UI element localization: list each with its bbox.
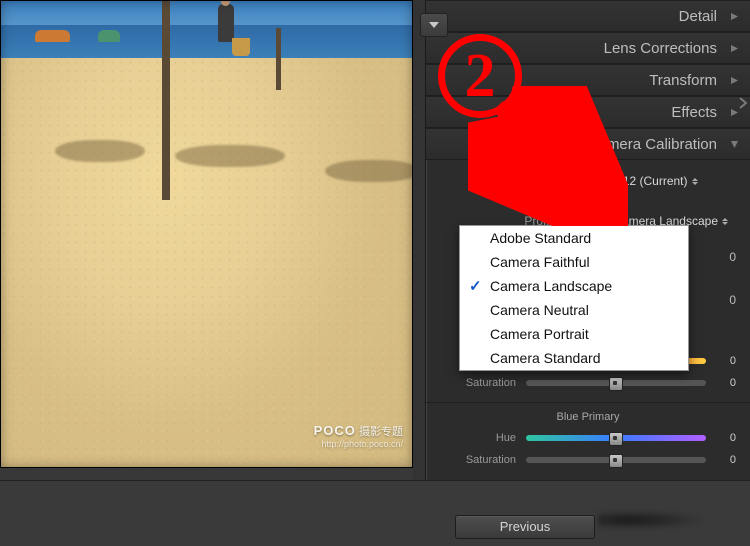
saturation-value: 0 — [716, 377, 736, 389]
blue-hue-slider-track[interactable] — [526, 435, 706, 441]
disclosure-icon — [729, 43, 740, 54]
blue-sat-slider-track[interactable] — [526, 457, 706, 463]
blue-primary-title: Blue Primary — [440, 411, 736, 423]
chevron-right-icon — [739, 97, 747, 109]
profile-option[interactable]: Camera Neutral — [460, 298, 688, 322]
slider-thumb[interactable] — [609, 377, 623, 391]
panel-lens-title: Lens Corrections — [604, 40, 717, 57]
blue-sat-value: 0 — [716, 454, 736, 466]
watermark-url: http://photo.poco.cn/ — [321, 439, 403, 449]
image-preview: POCO 摄影专题 http://photo.poco.cn/ — [0, 0, 413, 480]
annotation-step-2: 2 — [438, 34, 522, 118]
blue-hue-value: 0 — [716, 432, 736, 444]
panel-detail-title: Detail — [679, 8, 717, 25]
disclosure-down-icon — [729, 139, 740, 150]
panel-transform-title: Transform — [649, 72, 717, 89]
blue-sat-label: Saturation — [440, 454, 516, 466]
filmstrip-toggle-button[interactable] — [420, 13, 448, 37]
profile-option[interactable]: Adobe Standard — [460, 226, 688, 250]
saturation-slider-row[interactable]: Saturation 0 — [440, 372, 736, 394]
hidden-slider-value: 0 — [729, 293, 736, 307]
blue-hue-label: Hue — [440, 432, 516, 444]
profile-dropdown[interactable]: Adobe StandardCamera FaithfulCamera Land… — [459, 225, 689, 371]
stepper-icon — [692, 178, 700, 185]
process-label: Process : — [440, 174, 573, 188]
process-value[interactable]: 2012 (Current) — [573, 174, 736, 188]
stepper-icon — [722, 218, 730, 225]
slider-thumb[interactable] — [609, 454, 623, 468]
saturation-label: Saturation — [440, 377, 516, 389]
right-panel-flyout-handle[interactable] — [736, 88, 750, 118]
process-row[interactable]: Process : 2012 (Current) — [440, 168, 736, 194]
panel-calibration-title: Camera Calibration — [588, 136, 717, 153]
slider-thumb[interactable] — [609, 432, 623, 446]
blue-hue-slider-row[interactable]: Hue 0 — [440, 427, 736, 449]
profile-option[interactable]: Camera Landscape — [460, 274, 688, 298]
previous-button[interactable]: Previous — [455, 515, 595, 539]
panel-camera-calibration[interactable]: Camera Calibration — [426, 128, 750, 160]
profile-option[interactable]: Camera Portrait — [460, 322, 688, 346]
saturation-slider-track[interactable] — [526, 380, 706, 386]
watermark: POCO 摄影专题 http://photo.poco.cn/ — [314, 425, 403, 450]
panel-detail[interactable]: Detail — [426, 0, 750, 32]
decorative-smudge — [598, 510, 708, 530]
chevron-down-icon — [429, 22, 439, 28]
watermark-brand: POCO — [314, 423, 356, 438]
profile-option[interactable]: Camera Standard — [460, 346, 688, 370]
watermark-tag: 摄影专题 — [359, 426, 403, 438]
profile-option[interactable]: Camera Faithful — [460, 250, 688, 274]
photo: POCO 摄影专题 http://photo.poco.cn/ — [0, 0, 413, 468]
hue-value: 0 — [716, 355, 736, 367]
disclosure-icon — [729, 11, 740, 22]
hidden-slider-value: 0 — [729, 250, 736, 264]
panel-effects-title: Effects — [671, 104, 717, 121]
disclosure-icon — [729, 75, 740, 86]
blue-saturation-slider-row[interactable]: Saturation 0 — [440, 449, 736, 471]
